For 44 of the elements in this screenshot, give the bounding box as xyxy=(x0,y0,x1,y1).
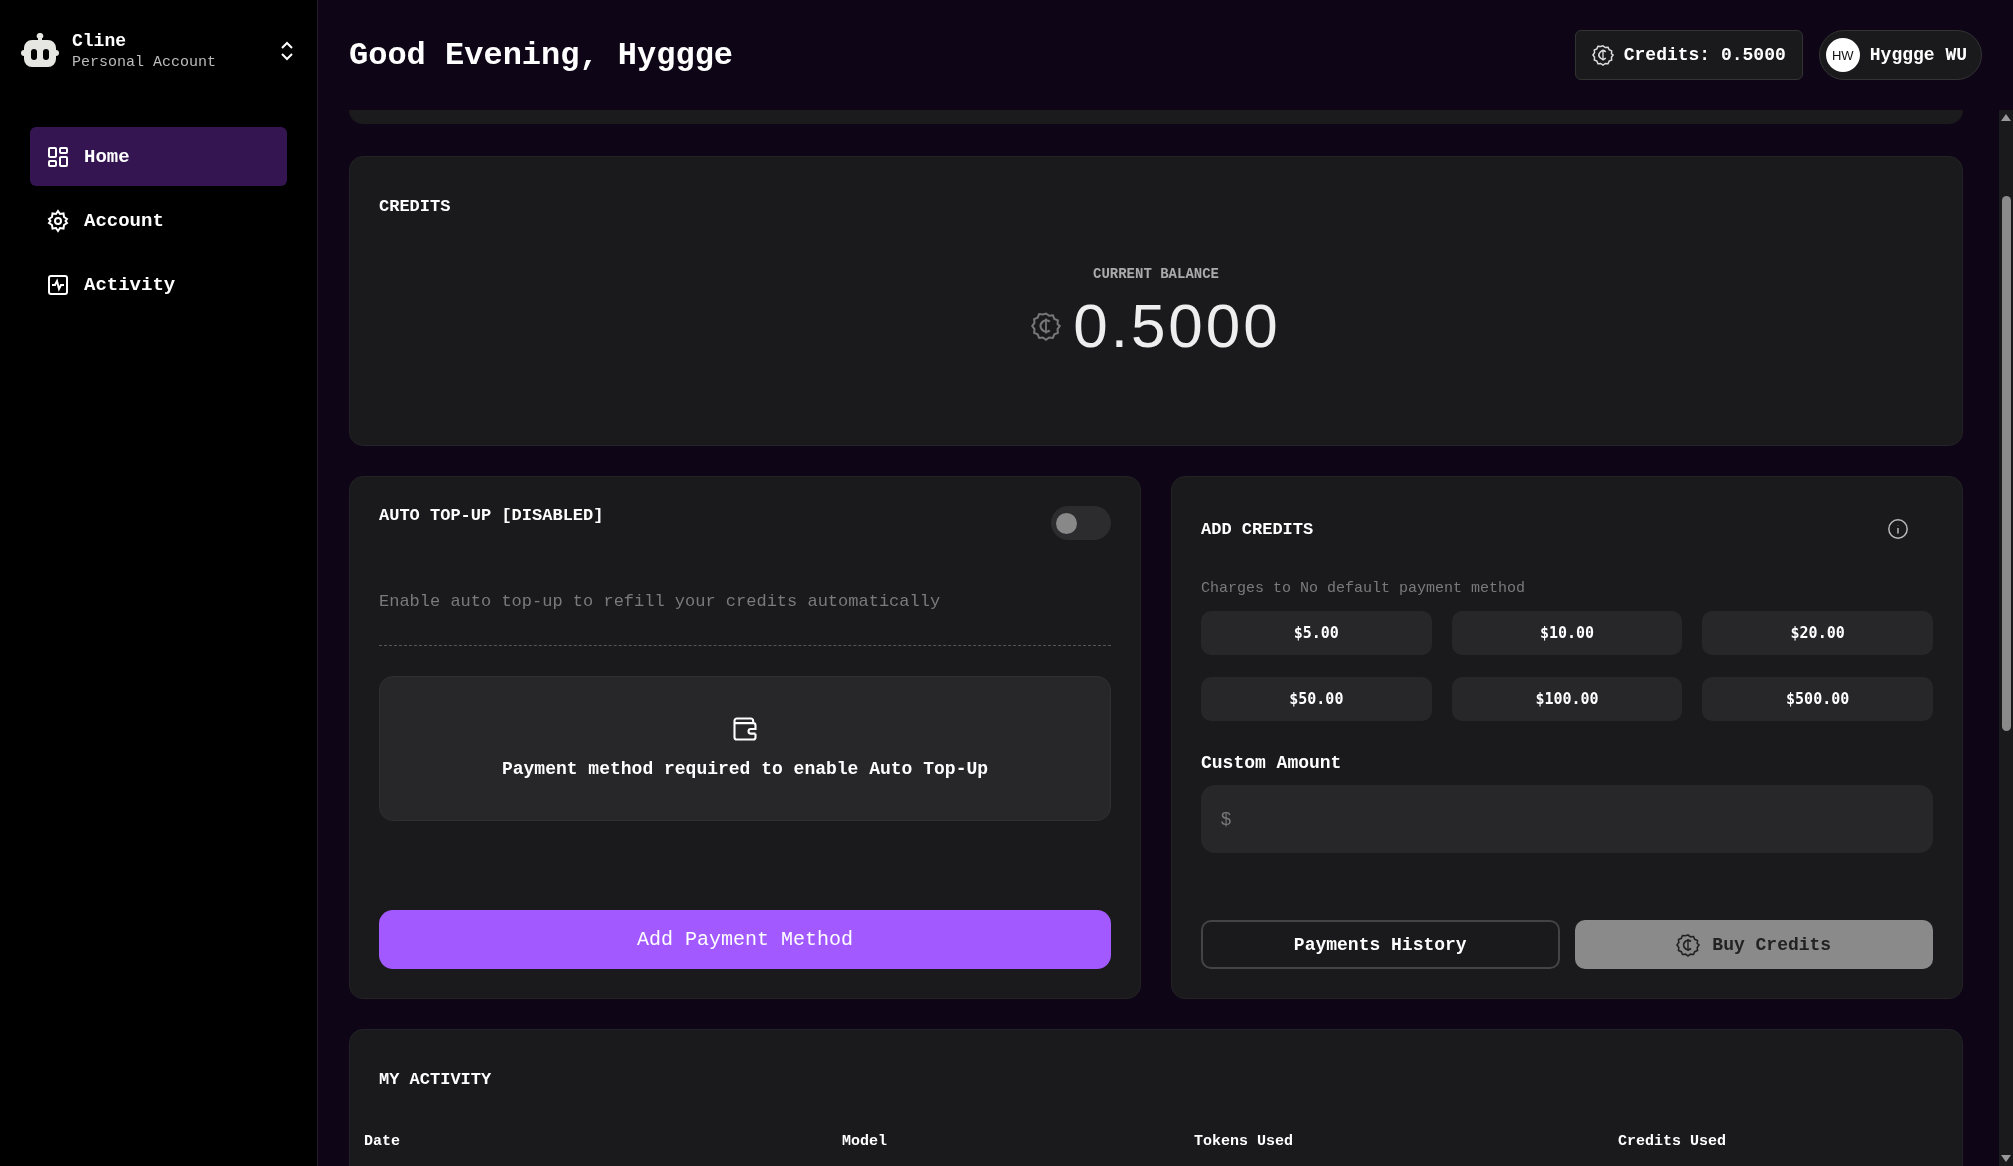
card-title: ADD CREDITS xyxy=(1201,519,1314,539)
add-payment-method-button[interactable]: Add Payment Method xyxy=(379,910,1111,969)
amount-button[interactable]: $5.00 xyxy=(1201,611,1432,655)
user-avatar: HW xyxy=(1825,38,1860,72)
column-header: Tokens Used xyxy=(1194,1133,1295,1150)
column-header: Model xyxy=(842,1133,888,1150)
charges-text: Charges to No default payment method xyxy=(1201,580,1527,597)
credit-coin-icon xyxy=(1591,44,1614,66)
card-title: AUTO TOP-UP [DISABLED] xyxy=(379,506,604,525)
amount-button[interactable]: $100.00 xyxy=(1451,677,1683,721)
custom-amount-label: Custom Amount xyxy=(1201,753,1343,773)
scrollbar[interactable] xyxy=(1999,110,2013,1166)
column-header: Credits Used xyxy=(1618,1133,1728,1150)
amount-button[interactable]: $10.00 xyxy=(1451,611,1683,655)
nav-item[interactable]: Home xyxy=(30,127,287,186)
chevron-up-down-icon[interactable] xyxy=(279,40,295,62)
credit-coin-icon xyxy=(1031,310,1062,341)
activity-icon xyxy=(46,272,70,297)
nav-item[interactable]: Account xyxy=(30,191,287,250)
user-menu[interactable]: HW Hyggge WU xyxy=(1818,30,1982,80)
balance-amount: 0.5000 xyxy=(1073,290,1281,361)
payments-history-button[interactable]: Payments History xyxy=(1201,920,1560,969)
info-icon[interactable] xyxy=(1887,518,1909,540)
settings-icon xyxy=(46,208,70,233)
nav-item[interactable]: Activity xyxy=(30,255,287,314)
greeting-title: Good Evening, Hyggge xyxy=(349,36,734,74)
notice-text: Payment method required to enable Auto Top-Up xyxy=(501,758,989,781)
toggle-switch[interactable] xyxy=(1051,506,1111,540)
card-title: CREDITS xyxy=(379,197,452,216)
account-type: Personal Account xyxy=(72,54,218,71)
column-header: Date xyxy=(364,1133,401,1150)
amount-button[interactable]: $20.00 xyxy=(1702,611,1933,655)
amount-button[interactable]: $50.00 xyxy=(1201,677,1432,721)
wallet-icon xyxy=(731,715,759,743)
card-title: MY ACTIVITY xyxy=(378,1070,493,1089)
credits-pill[interactable]: Credits: 0.5000 xyxy=(1574,30,1803,80)
credit-coin-icon xyxy=(1676,932,1701,957)
balance-label: CURRENT BALANCE xyxy=(1093,266,1219,282)
custom-amount-field[interactable]: $ xyxy=(1201,785,1933,853)
description-text: Enable auto top-up to refill your credits automatically xyxy=(379,592,942,611)
grid-icon xyxy=(46,144,70,169)
user-name: Hyggge WU xyxy=(1869,45,1967,65)
amount-button[interactable]: $500.00 xyxy=(1702,677,1933,721)
account-name: Cline xyxy=(72,31,127,51)
